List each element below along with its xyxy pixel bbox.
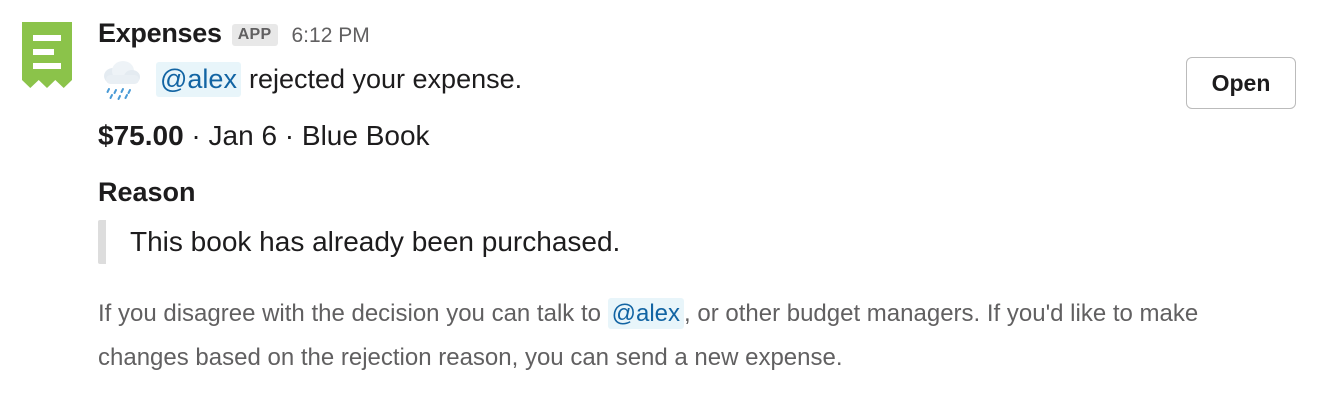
action-text: rejected your expense.	[248, 63, 523, 94]
rejection-line: @alex rejected your expense.	[98, 54, 1288, 104]
open-button[interactable]: Open	[1186, 57, 1296, 109]
footer-user-mention[interactable]: @alex	[607, 298, 685, 329]
expense-details: · Jan 6 · Blue Book	[183, 120, 430, 151]
sender-name[interactable]: Expenses	[98, 18, 222, 49]
timestamp[interactable]: 6:12 PM	[292, 24, 370, 48]
expense-message: Expenses APP 6:12 PM @alex rejected your…	[0, 0, 1324, 420]
receipt-icon[interactable]	[22, 22, 72, 88]
user-mention[interactable]: @alex	[156, 61, 241, 97]
reason-text: This book has already been purchased.	[130, 226, 621, 257]
app-badge: APP	[231, 24, 278, 46]
reason-quote: This book has already been purchased.	[98, 220, 1288, 264]
rain-cloud-icon	[104, 61, 140, 100]
expense-summary: $75.00 · Jan 6 · Blue Book	[98, 114, 1288, 158]
footer-note: If you disagree with the decision you ca…	[98, 292, 1278, 380]
message-content: Expenses APP 6:12 PM @alex rejected your…	[98, 18, 1288, 380]
footer-text-start: If you disagree with the decision you ca…	[98, 300, 608, 327]
reason-heading: Reason	[98, 177, 196, 207]
expense-amount: $75.00	[98, 120, 184, 151]
message-header: Expenses APP 6:12 PM	[98, 18, 1288, 54]
